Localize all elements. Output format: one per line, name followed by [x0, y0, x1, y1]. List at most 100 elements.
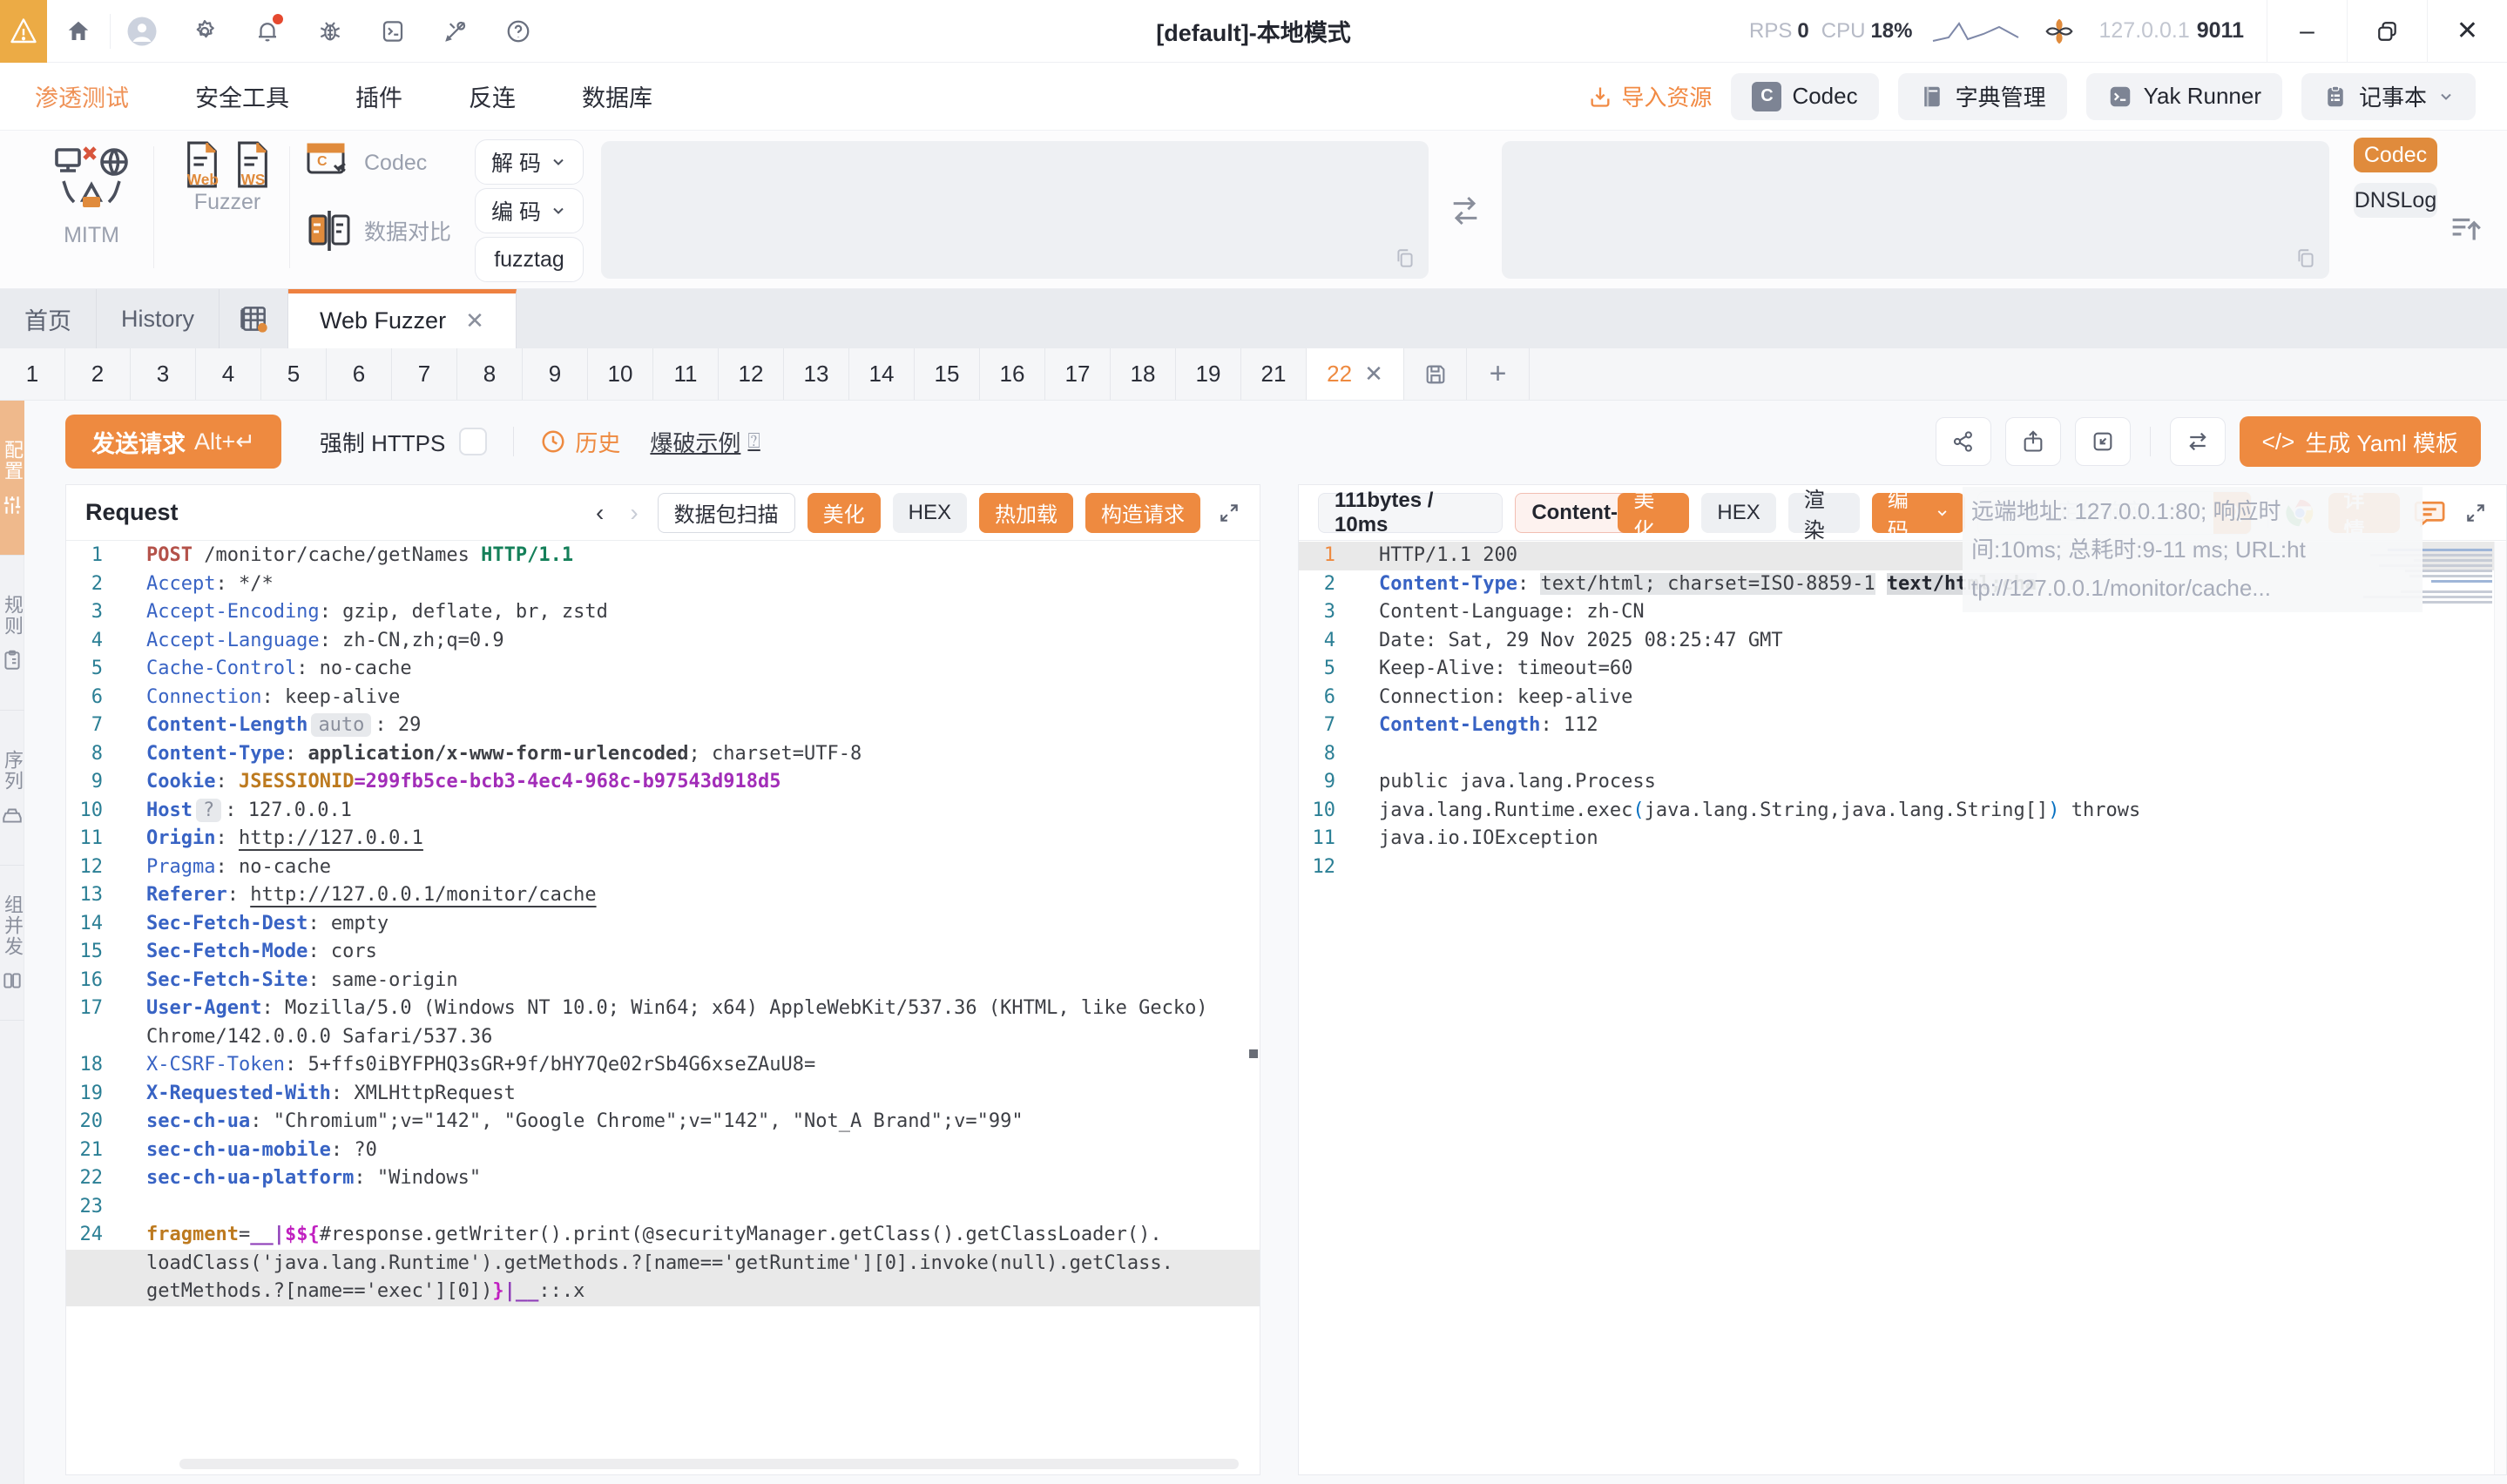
bug-icon[interactable]	[299, 0, 362, 63]
send-request-button[interactable]: 发送请求 Alt+↵	[65, 415, 281, 469]
close-button[interactable]: ✕	[2427, 0, 2507, 63]
save-fuzzer-tab-icon[interactable]	[1404, 348, 1467, 400]
help-icon[interactable]	[487, 0, 550, 63]
generate-yaml-button[interactable]: </> 生成 Yaml 模板	[2240, 416, 2481, 467]
fuzzer-tab-22[interactable]: 22✕	[1307, 348, 1404, 400]
fuzzer-tab-11[interactable]: 11	[653, 348, 719, 400]
beautify-button[interactable]: 美化	[808, 493, 881, 533]
packet-scan-button[interactable]: 数据包扫描	[658, 493, 795, 533]
fuzzer-tab-5[interactable]: 5	[261, 348, 327, 400]
rail-tab-规则[interactable]: 规则	[0, 556, 24, 711]
hotload-button[interactable]: 热加载	[979, 493, 1073, 533]
close-tab-icon[interactable]: ✕	[465, 307, 484, 334]
prev-arrow-icon[interactable]: ‹	[589, 499, 611, 527]
bell-icon[interactable]	[236, 0, 299, 63]
response-editor[interactable]: 1HTTP/1.1 2002Content-Type: text/html; c…	[1299, 542, 2506, 1474]
decode-dropdown[interactable]: 解 码	[475, 139, 584, 185]
dict-manage-button[interactable]: 字典管理	[1898, 73, 2067, 120]
rail-tab-序列[interactable]: 序列	[0, 711, 24, 866]
terminal-icon[interactable]	[362, 0, 424, 63]
swap-request-response-button[interactable]	[2170, 417, 2226, 466]
mitm-tool[interactable]: MITM	[35, 139, 148, 248]
fuzzer-tab-6[interactable]: 6	[327, 348, 392, 400]
side-tab-codec[interactable]: Codec	[2354, 138, 2437, 172]
home-icon[interactable]	[47, 0, 110, 63]
render-button[interactable]: 渲染	[1788, 493, 1860, 533]
request-hscrollbar[interactable]	[179, 1459, 1239, 1469]
fullscreen-icon[interactable]	[1218, 502, 1240, 524]
avatar[interactable]	[111, 0, 173, 63]
codec-tool[interactable]: C Codec	[307, 143, 463, 183]
add-fuzzer-tab-icon[interactable]: +	[1467, 348, 1530, 400]
rail-tab-配置[interactable]: 配置	[0, 401, 24, 556]
fuzzer-tab-8[interactable]: 8	[457, 348, 523, 400]
encode-dropdown-button[interactable]: 编码	[1872, 493, 1965, 533]
fuzzer-tab-1[interactable]: 1	[0, 348, 65, 400]
tab-web-fuzzer[interactable]: Web Fuzzer ✕	[288, 289, 517, 348]
codec-button[interactable]: CCodec	[1731, 73, 1878, 120]
encode-dropdown[interactable]: 编 码	[475, 188, 584, 233]
copy-icon[interactable]	[2294, 247, 2317, 270]
response-vscrollbar[interactable]	[2494, 542, 2506, 1474]
import-resource-button[interactable]: 导入资源	[1588, 80, 1712, 112]
response-beautify-button[interactable]: 美化	[1618, 493, 1689, 533]
yakit-logo-icon[interactable]	[0, 0, 47, 63]
fuzzer-tab-2[interactable]: 2	[65, 348, 131, 400]
fuzzer-tab-19[interactable]: 19	[1176, 348, 1241, 400]
fuzzer-tab-15[interactable]: 15	[915, 348, 980, 400]
menu-item-插件[interactable]: 插件	[355, 79, 402, 113]
compare-tool[interactable]: 数据对比	[307, 211, 481, 251]
tab-history[interactable]: History	[97, 289, 220, 348]
hex-button[interactable]: HEX	[893, 493, 967, 533]
copy-icon[interactable]	[1394, 247, 1416, 270]
menu-item-反连[interactable]: 反连	[469, 79, 516, 113]
tab-table-icon[interactable]	[220, 289, 288, 348]
fuzzer-tab-16[interactable]: 16	[980, 348, 1045, 400]
fuzzer-tab-3[interactable]: 3	[131, 348, 196, 400]
fuzzer-tab-21[interactable]: 21	[1241, 348, 1307, 400]
yak-runner-button[interactable]: Yak Runner	[2086, 73, 2282, 120]
codec-input-textarea[interactable]	[601, 141, 1429, 279]
blasting-example-link[interactable]: 爆破示例 ⍰	[650, 426, 760, 458]
menu-item-渗透测试[interactable]: 渗透测试	[35, 79, 129, 113]
menu-item-安全工具[interactable]: 安全工具	[195, 79, 289, 113]
code-line: 22sec-ch-ua-platform: "Windows"	[66, 1164, 1260, 1193]
fuzzer-tab-12[interactable]: 12	[719, 348, 784, 400]
fuzzer-tab-17[interactable]: 17	[1045, 348, 1111, 400]
fuzztag-button[interactable]: fuzztag	[475, 237, 584, 282]
tab-home[interactable]: 首页	[0, 289, 97, 348]
minimize-button[interactable]: –	[2267, 0, 2347, 63]
fuzzer-tab-14[interactable]: 14	[849, 348, 915, 400]
export-button[interactable]	[2005, 417, 2061, 466]
fuzzer-tab-9[interactable]: 9	[523, 348, 588, 400]
rail-tab-组并发[interactable]: 组并发	[0, 866, 24, 1021]
history-button[interactable]: 历史	[540, 426, 620, 458]
fuzzer-tab-10[interactable]: 10	[588, 348, 653, 400]
restore-button[interactable]	[2347, 0, 2427, 63]
notepad-button[interactable]: 记事本	[2301, 73, 2476, 120]
side-tab-dnslog[interactable]: DNSLog	[2354, 183, 2437, 218]
force-https-checkbox[interactable]	[459, 428, 487, 455]
collapse-panel-icon[interactable]	[2450, 214, 2484, 246]
close-tab-icon[interactable]: ✕	[1364, 361, 1383, 388]
menu-item-数据库[interactable]: 数据库	[582, 79, 652, 113]
tools-icon[interactable]	[424, 0, 487, 63]
request-editor[interactable]: 1POST /monitor/cache/getNames HTTP/1.12A…	[66, 542, 1260, 1474]
next-arrow-icon[interactable]: ›	[623, 499, 645, 527]
code-line: getMethods.?[name=='exec'][0])}|__::.x	[66, 1278, 1260, 1306]
pinwheel-icon[interactable]	[2043, 15, 2076, 48]
construct-request-button[interactable]: 构造请求	[1085, 493, 1200, 533]
code-line: 18X-CSRF-Token: 5+ffs0iBYFPHQ3sGR+9f/bHY…	[66, 1051, 1260, 1080]
share-button[interactable]	[1936, 417, 1991, 466]
settings-gear-icon[interactable]	[173, 0, 236, 63]
swap-io-icon[interactable]	[1448, 192, 1483, 230]
fuzzer-tab-18[interactable]: 18	[1111, 348, 1176, 400]
fullscreen-icon[interactable]	[2464, 502, 2487, 524]
fuzzer-tab-7[interactable]: 7	[392, 348, 457, 400]
fuzzer-tool[interactable]: Web WS Fuzzer	[171, 139, 284, 215]
import-edit-button[interactable]	[2075, 417, 2131, 466]
response-hex-button[interactable]: HEX	[1701, 493, 1775, 533]
fuzzer-tab-4[interactable]: 4	[196, 348, 261, 400]
fuzzer-tab-13[interactable]: 13	[784, 348, 849, 400]
codec-output-textarea[interactable]	[1502, 141, 2329, 279]
